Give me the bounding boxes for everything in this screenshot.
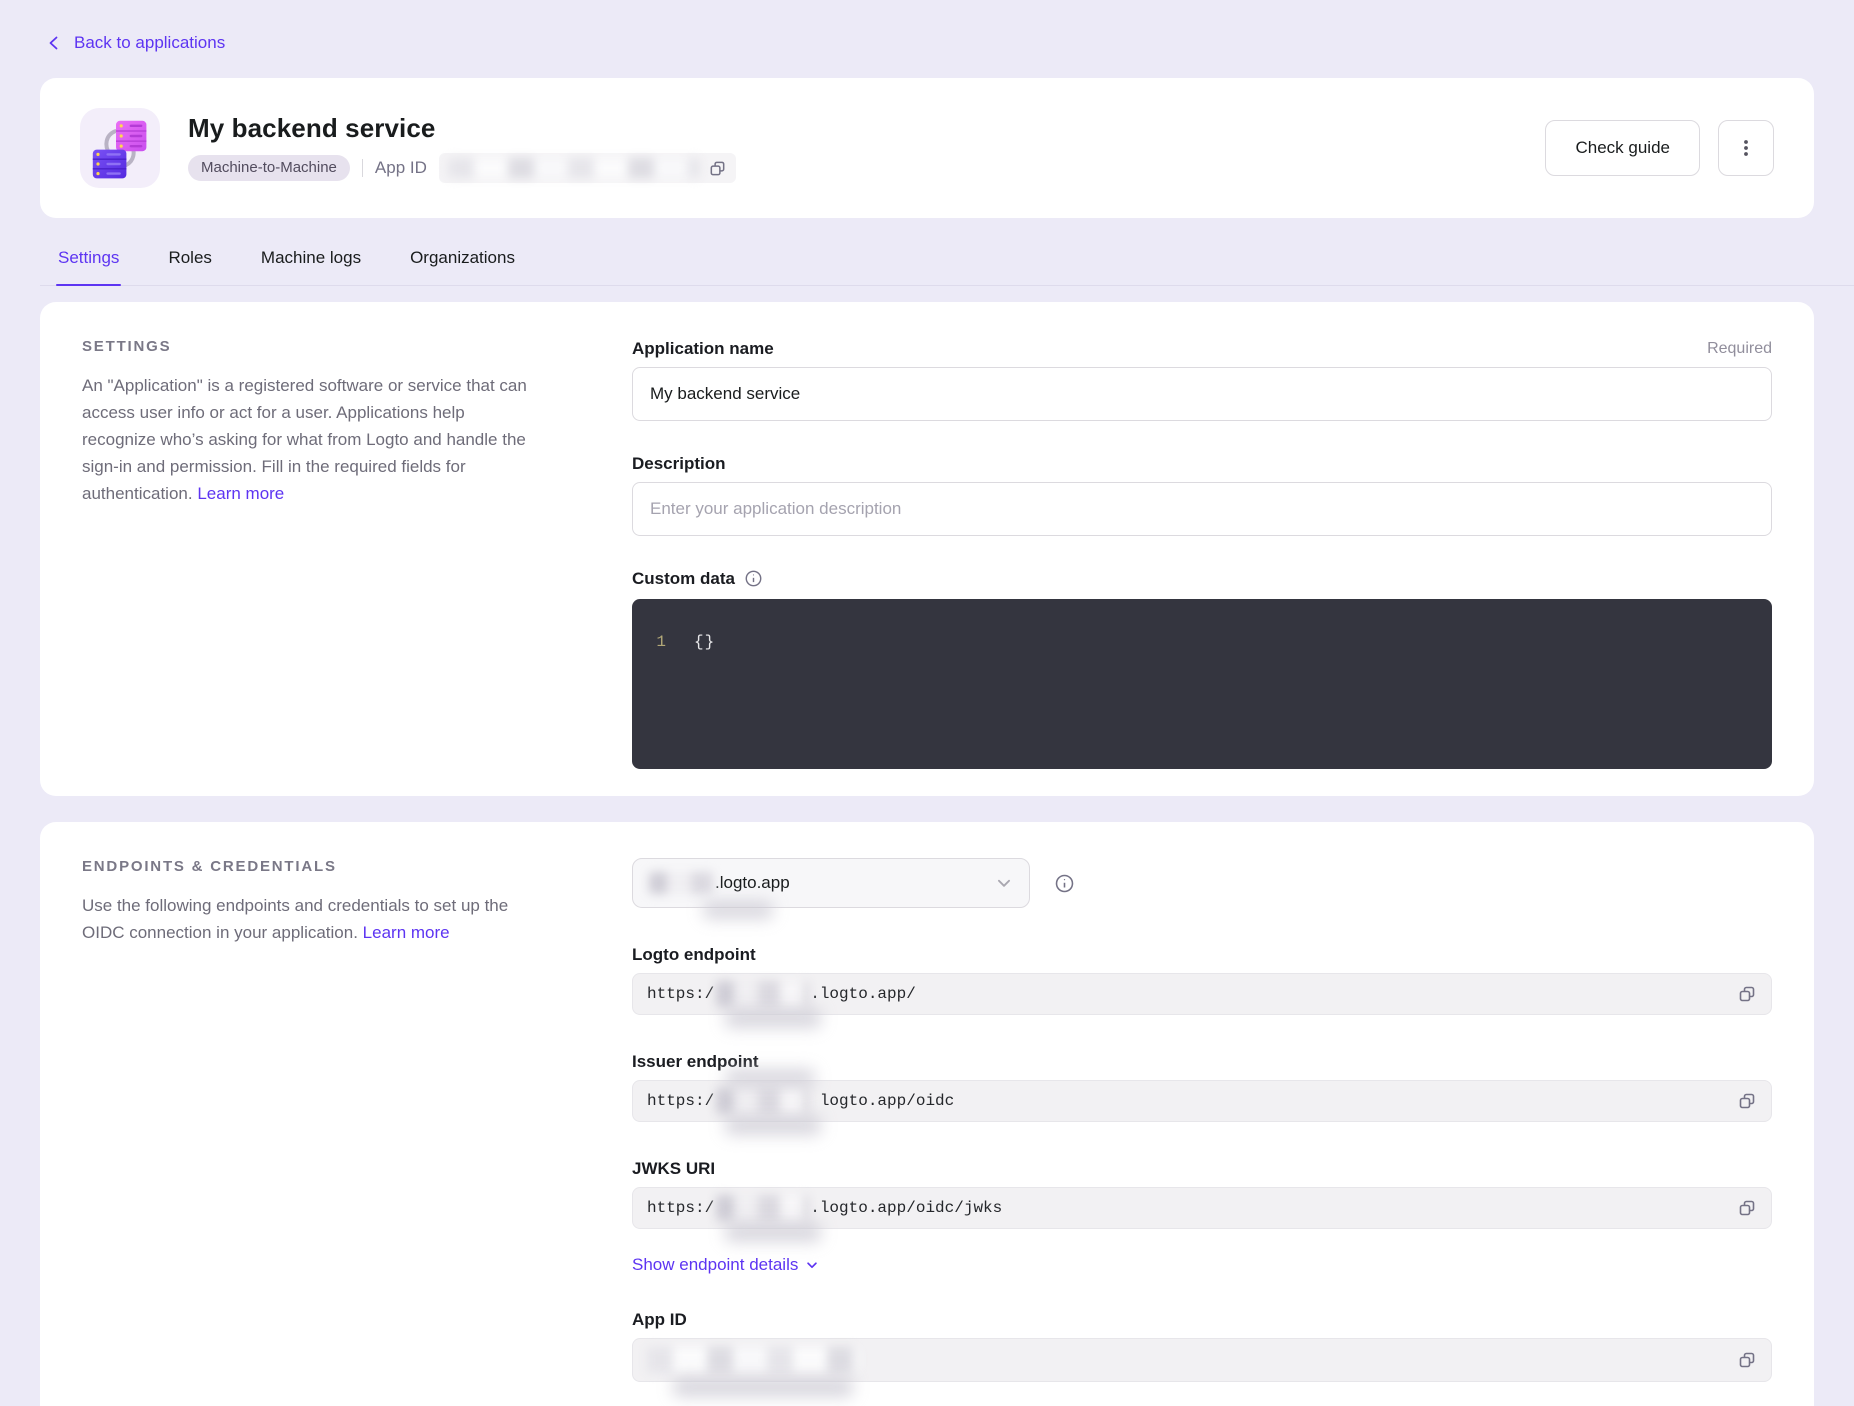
jwks-uri-value: https:/.logto.app/oidc/jwks <box>647 1195 1002 1221</box>
application-name-label: Application name <box>632 339 774 359</box>
redacted-app-id <box>647 1347 859 1373</box>
settings-section-title: SETTINGS <box>82 338 534 355</box>
tenant-domain-suffix: .logto.app <box>715 873 790 893</box>
page-title: My backend service <box>188 113 736 144</box>
application-details-page: Back to applications <box>0 0 1854 1406</box>
jwks-uri-group: JWKS URI https:/.logto.app/oidc/jwks <box>632 1158 1772 1229</box>
logto-endpoint-group: Logto endpoint https:/.logto.app/ <box>632 944 1772 1015</box>
copy-button[interactable] <box>1737 1091 1757 1111</box>
chevron-down-icon <box>995 874 1013 892</box>
app-id-label: App ID <box>375 158 427 178</box>
copy-button[interactable] <box>1737 984 1757 1004</box>
info-icon[interactable] <box>744 569 763 588</box>
settings-section-description: An "Application" is a registered softwar… <box>82 372 534 507</box>
back-link-label: Back to applications <box>74 33 225 53</box>
description-label: Description <box>632 454 726 474</box>
custom-data-label: Custom data <box>632 569 763 589</box>
app-id-value <box>439 153 736 183</box>
editor-content: {} <box>694 633 715 651</box>
app-id-group: App ID <box>632 1309 1772 1382</box>
endpoints-section-description: Use the following endpoints and credenti… <box>82 892 534 946</box>
tenant-endpoint-select[interactable]: .logto.app <box>632 858 1030 908</box>
description-group: Description <box>632 453 1772 536</box>
endpoints-card: ENDPOINTS & CREDENTIALS Use the followin… <box>40 822 1814 1406</box>
application-name-input[interactable] <box>632 367 1772 421</box>
jwks-uri-field: https:/.logto.app/oidc/jwks <box>632 1187 1772 1229</box>
logto-endpoint-label: Logto endpoint <box>632 945 756 965</box>
app-id-field-label: App ID <box>632 1310 687 1330</box>
copy-button[interactable] <box>1737 1198 1757 1218</box>
tenant-endpoint-info-button[interactable] <box>1054 873 1075 894</box>
copy-icon[interactable] <box>708 159 727 178</box>
chevron-down-icon <box>805 1258 819 1272</box>
tab-settings[interactable]: Settings <box>56 242 121 286</box>
back-to-applications-link[interactable]: Back to applications <box>46 32 225 54</box>
custom-data-group: Custom data 1 {} <box>632 568 1772 769</box>
description-input[interactable] <box>632 482 1772 536</box>
tab-roles[interactable]: Roles <box>166 242 213 286</box>
tenant-endpoint-row: .logto.app <box>632 858 1772 908</box>
issuer-endpoint-value: https:/ logto.app/oidc <box>647 1088 954 1114</box>
machine-to-machine-app-icon <box>80 108 160 188</box>
jwks-uri-label: JWKS URI <box>632 1159 715 1179</box>
app-type-badge: Machine-to-Machine <box>188 155 350 181</box>
tab-machine-logs[interactable]: Machine logs <box>259 242 363 286</box>
redacted-tenant-id <box>716 1088 808 1114</box>
redacted-tenant-id <box>649 872 713 894</box>
issuer-endpoint-group: Issuer endpoint https:/ logto.app/oidc <box>632 1051 1772 1122</box>
app-header-card: My backend service Machine-to-Machine Ap… <box>40 78 1814 218</box>
endpoints-section-title: ENDPOINTS & CREDENTIALS <box>82 858 534 875</box>
redacted-tenant-id <box>716 981 808 1007</box>
issuer-endpoint-label: Issuer endpoint <box>632 1052 759 1072</box>
kebab-icon <box>1736 138 1756 158</box>
redacted-app-id <box>448 158 700 178</box>
chevron-left-icon <box>46 35 62 51</box>
copy-icon <box>1737 1091 1757 1111</box>
settings-card: SETTINGS An "Application" is a registere… <box>40 302 1814 796</box>
endpoints-learn-more-link[interactable]: Learn more <box>363 923 450 942</box>
logto-endpoint-field: https:/.logto.app/ <box>632 973 1772 1015</box>
tab-organizations[interactable]: Organizations <box>408 242 517 286</box>
show-endpoint-details-link[interactable]: Show endpoint details <box>632 1255 819 1275</box>
copy-icon <box>1737 1350 1757 1370</box>
logto-endpoint-value: https:/.logto.app/ <box>647 981 916 1007</box>
copy-icon <box>1737 984 1757 1004</box>
more-options-button[interactable] <box>1718 120 1774 176</box>
tab-bar: Settings Roles Machine logs Organization… <box>56 242 1814 286</box>
app-id-field <box>632 1338 1772 1382</box>
application-name-group: Application name Required <box>632 338 1772 421</box>
divider <box>362 159 363 177</box>
required-hint: Required <box>1707 340 1772 358</box>
settings-learn-more-link[interactable]: Learn more <box>197 484 284 503</box>
custom-data-editor[interactable]: 1 {} <box>632 599 1772 769</box>
editor-line-number: 1 <box>632 633 666 651</box>
info-icon <box>1054 873 1075 894</box>
copy-icon <box>1737 1198 1757 1218</box>
copy-button[interactable] <box>1737 1350 1757 1370</box>
redacted-tenant-id <box>716 1195 808 1221</box>
check-guide-button[interactable]: Check guide <box>1545 120 1700 176</box>
issuer-endpoint-field: https:/ logto.app/oidc <box>632 1080 1772 1122</box>
